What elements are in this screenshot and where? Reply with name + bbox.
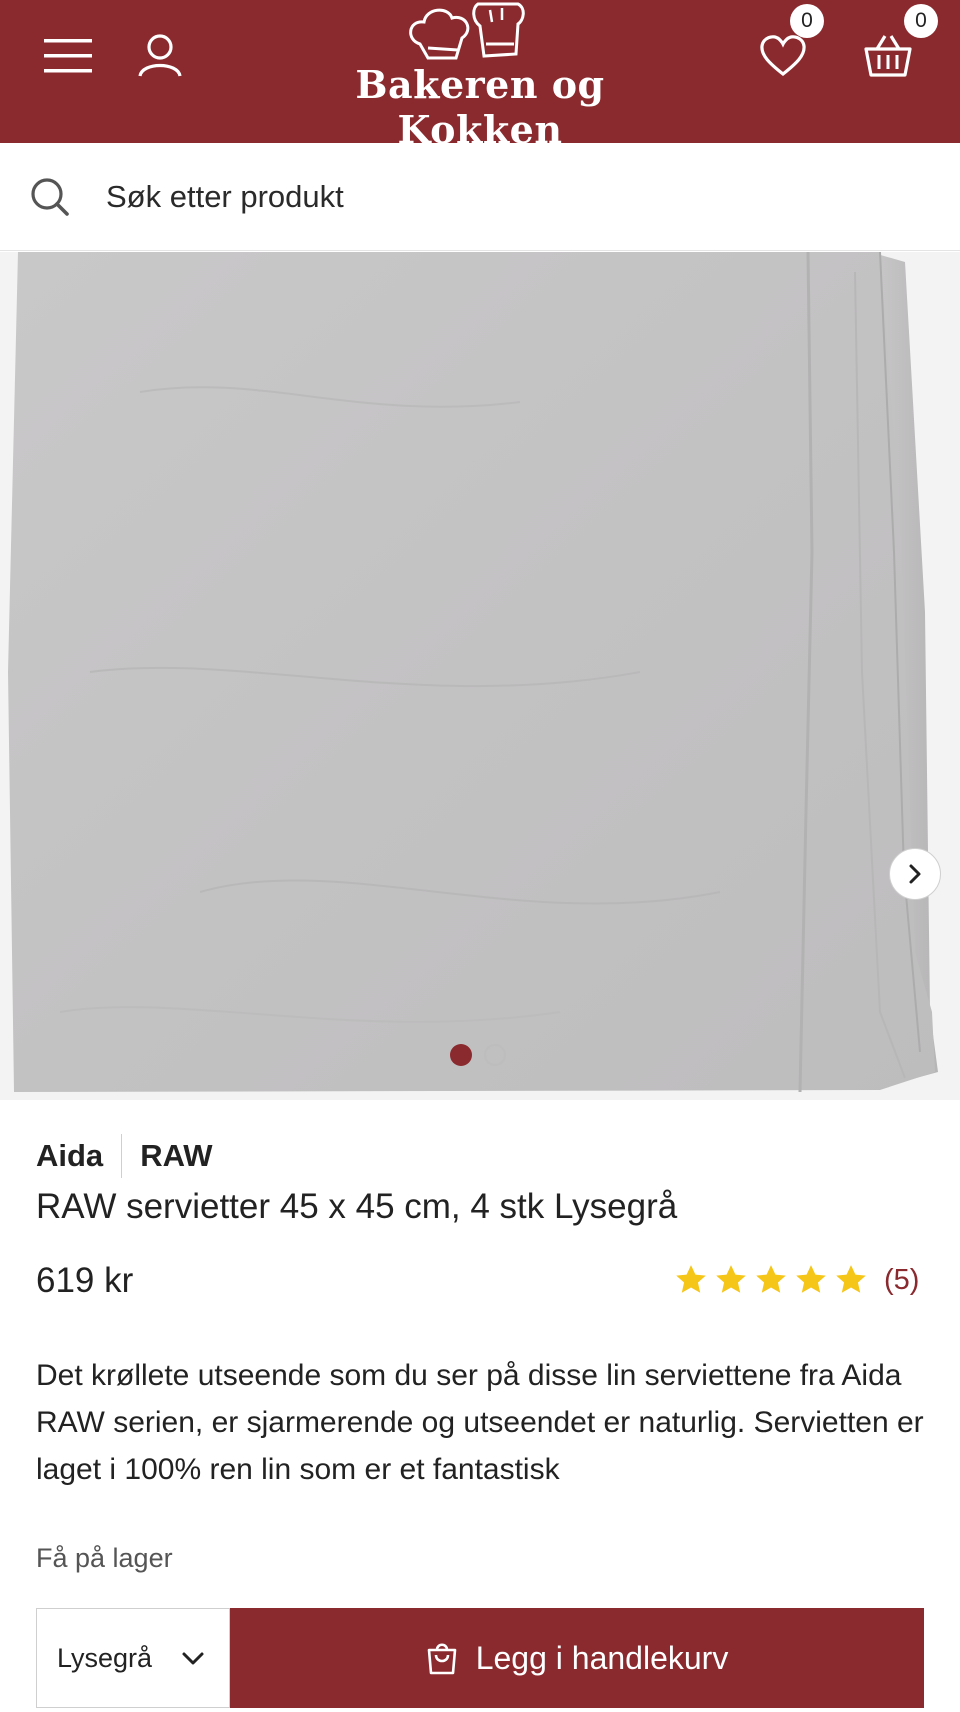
- chef-hats-icon: [409, 2, 525, 60]
- cart-button[interactable]: 0: [852, 4, 938, 90]
- user-icon: [138, 34, 182, 77]
- heart-icon: [760, 35, 806, 77]
- cart-count-badge: 0: [904, 4, 938, 38]
- search-bar: [0, 143, 960, 251]
- add-to-cart-button[interactable]: Legg i handlekurv: [230, 1608, 924, 1708]
- basket-icon: [864, 35, 912, 77]
- add-to-cart-label: Legg i handlekurv: [475, 1639, 729, 1676]
- chevron-down-icon: [182, 1652, 204, 1665]
- star-icon: [836, 1265, 866, 1293]
- wishlist-button[interactable]: 0: [748, 4, 824, 90]
- stock-status: Få på lager: [36, 1543, 173, 1573]
- search-input[interactable]: [106, 171, 906, 223]
- brand-link[interactable]: Aida: [36, 1138, 103, 1174]
- rating-stars: [674, 1263, 868, 1297]
- brand-divider: [121, 1134, 123, 1178]
- brand-row: Aida RAW: [36, 1134, 213, 1178]
- product-description: Det krøllete utseende som du ser på diss…: [36, 1359, 924, 1486]
- logo-text: Bakeren og Kokken: [355, 62, 605, 152]
- search-icon[interactable]: [28, 175, 72, 219]
- site-logo[interactable]: Bakeren og Kokken: [290, 0, 670, 152]
- account-button[interactable]: [128, 24, 192, 86]
- product-rating[interactable]: (5): [674, 1263, 919, 1297]
- star-icon: [676, 1265, 706, 1293]
- hamburger-icon: [44, 39, 92, 73]
- site-header: Bakeren og Kokken 0 0: [0, 0, 960, 152]
- star-icon: [756, 1265, 786, 1293]
- chevron-right-icon: [909, 864, 921, 884]
- carousel-indicators: [450, 1044, 506, 1066]
- next-image-button[interactable]: [889, 848, 941, 900]
- variant-selected-value: Lysegrå: [57, 1642, 153, 1673]
- star-icon: [796, 1265, 826, 1293]
- wishlist-count-badge: 0: [790, 4, 824, 38]
- product-title: RAW servietter 45 x 45 cm, 4 stk Lysegrå: [36, 1187, 678, 1226]
- series-link[interactable]: RAW: [140, 1138, 212, 1174]
- carousel-dot-1[interactable]: [450, 1044, 472, 1066]
- variant-select[interactable]: Lysegrå: [36, 1608, 230, 1708]
- review-count[interactable]: (5): [884, 1264, 919, 1297]
- star-icon: [716, 1265, 746, 1293]
- carousel-dot-2[interactable]: [484, 1044, 506, 1066]
- product-price: 619 kr: [36, 1261, 134, 1300]
- product-image: [0, 252, 960, 1100]
- menu-button[interactable]: [36, 26, 100, 86]
- product-image-carousel[interactable]: [0, 252, 960, 1100]
- shopping-bag-icon: [427, 1643, 456, 1675]
